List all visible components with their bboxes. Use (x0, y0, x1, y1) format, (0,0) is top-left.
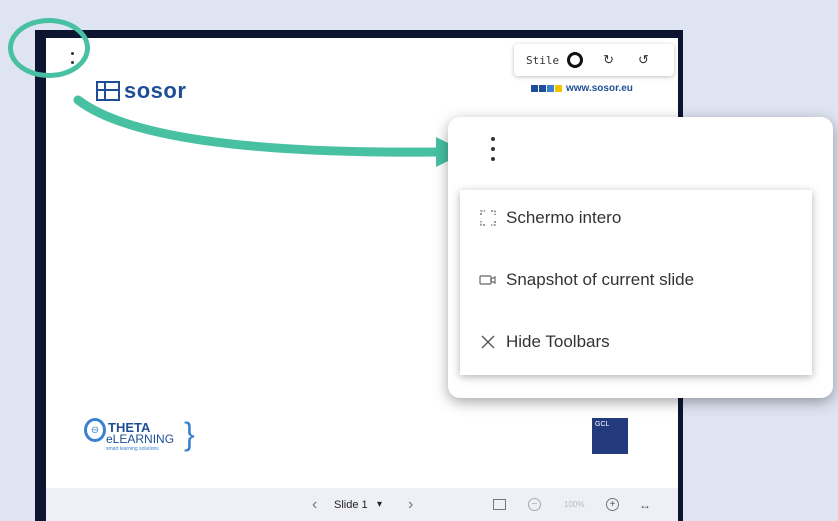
camera-icon (476, 273, 500, 287)
fullscreen-icon (476, 210, 500, 226)
menu-list: Schermo intero Snapshot of current slide… (460, 190, 812, 375)
options-menu: Schermo intero Snapshot of current slide… (448, 117, 833, 398)
dot-icon (491, 157, 495, 161)
close-icon (476, 334, 500, 350)
menu-item-fullscreen[interactable]: Schermo intero (460, 198, 812, 238)
menu-item-label: Snapshot of current slide (506, 270, 695, 289)
dot-icon (491, 137, 495, 141)
dot-icon (491, 147, 495, 151)
callout-arrow-path (73, 95, 445, 157)
menu-item-hide-toolbars[interactable]: Hide Toolbars (460, 322, 812, 362)
menu-item-label: Hide Toolbars (506, 332, 610, 351)
menu-item-snapshot[interactable]: Snapshot of current slide (460, 260, 812, 300)
menu-item-label: Schermo intero (506, 208, 622, 227)
menu-kebab-button[interactable] (488, 137, 498, 161)
